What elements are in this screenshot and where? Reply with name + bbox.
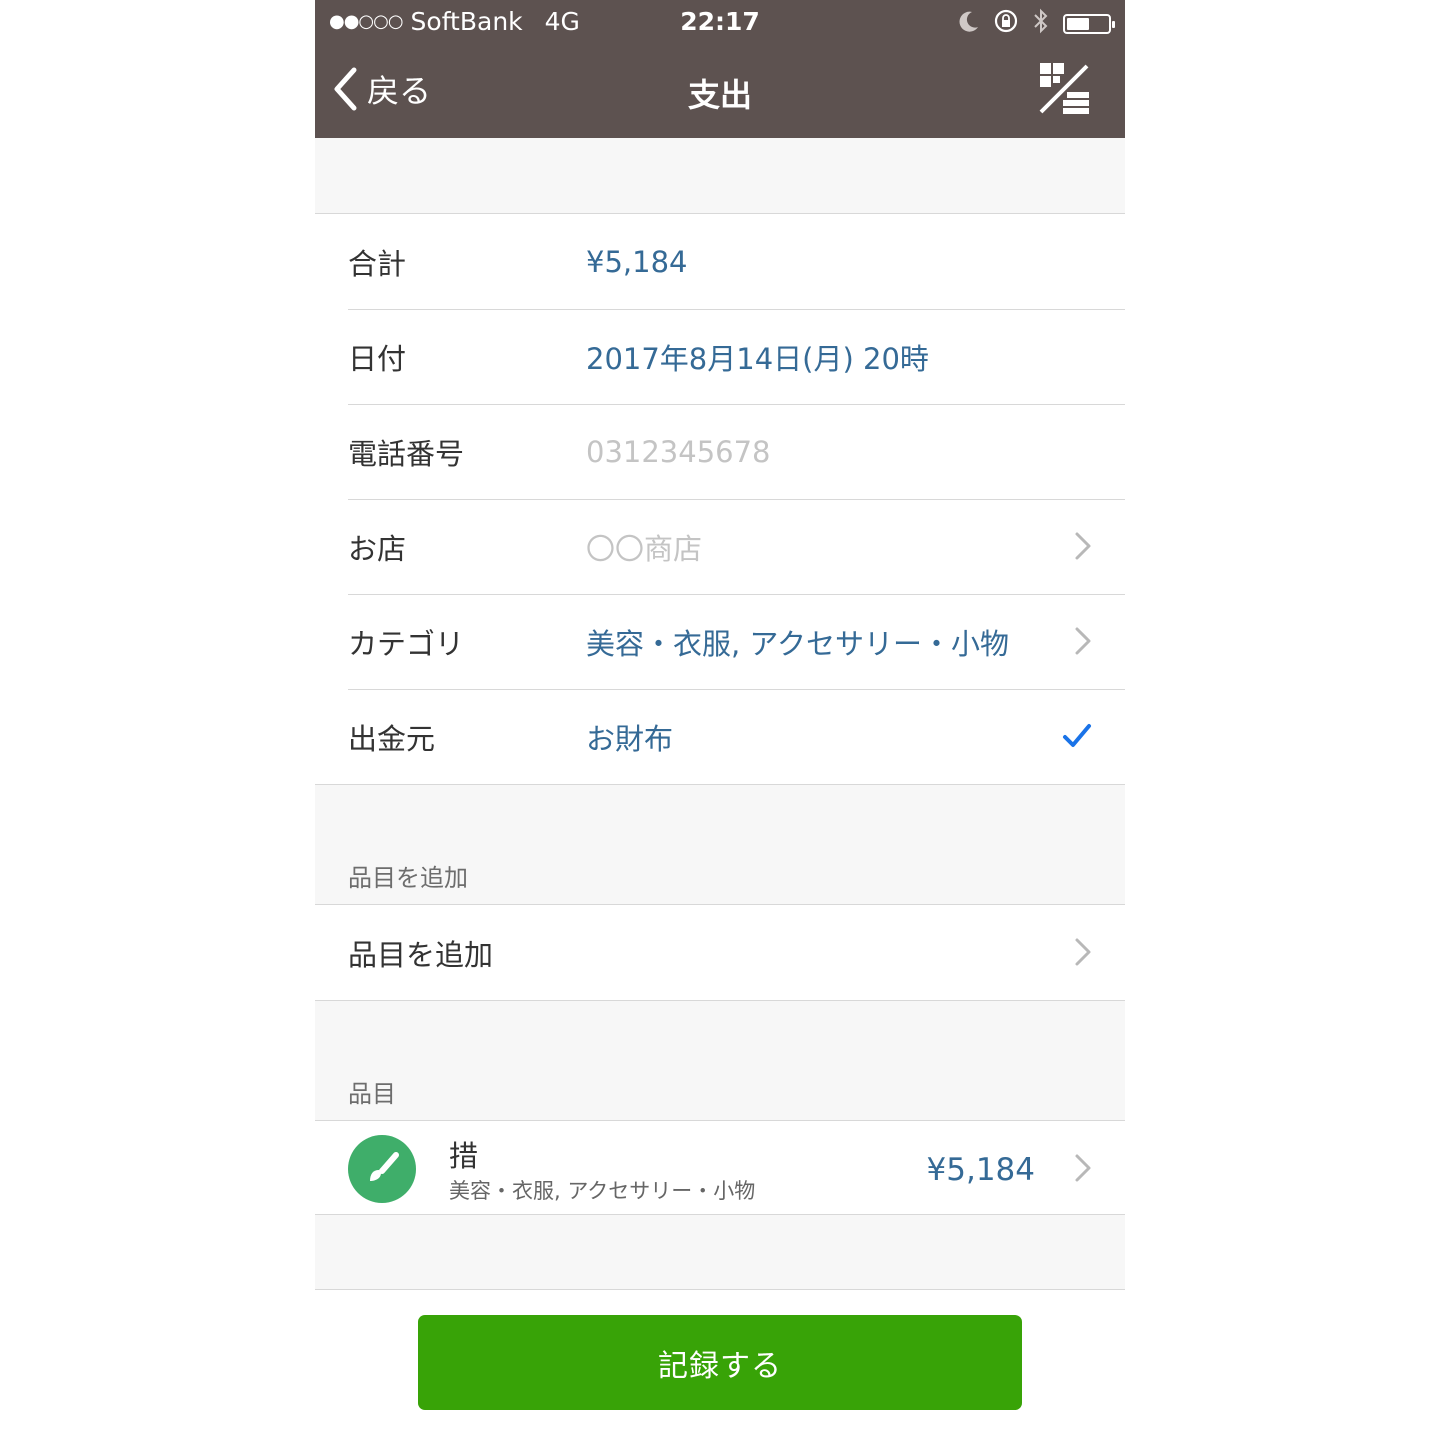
add-item-label: 品目を追加 [348,937,494,972]
chevron-right-icon [1075,938,1091,966]
phone-row[interactable]: 電話番号 0312345678 [315,404,1125,499]
date-label: 日付 [348,341,407,376]
add-item-row[interactable]: 品目を追加 [315,905,1125,1000]
bluetooth-icon [1033,8,1049,40]
source-row[interactable]: 出金元 お財布 [315,689,1125,784]
phone-field[interactable]: 0312345678 [586,435,771,469]
date-value[interactable]: 2017年8月14日(月) 20時 [586,336,929,378]
items-section-header: 品目 [348,1080,396,1108]
split-grid-icon[interactable] [1037,60,1093,116]
category-value: 美容・衣服, アクセサリー・小物 [586,626,1009,661]
total-label: 合計 [348,246,407,281]
items-list: 措 美容・衣服, アクセサリー・小物 ¥5,184 [315,1120,1125,1215]
source-value: お財布 [586,721,674,756]
item-category: 美容・衣服, アクセサリー・小物 [449,1179,756,1203]
status-right [959,8,1115,40]
chevron-right-icon [1075,1154,1091,1182]
total-value[interactable]: ¥5,184 [586,245,687,279]
battery-icon [1063,14,1115,34]
record-button[interactable]: 記録する [418,1315,1022,1410]
item-amount: ¥5,184 [926,1152,1035,1188]
page-title: 支出 [687,76,752,114]
status-bar: ●●○○○ SoftBank 4G 22:17 [315,0,1125,44]
add-item-group: 品目を追加 [315,904,1125,1001]
shop-field: 〇〇商店 [586,531,703,566]
moon-icon [959,10,979,38]
item-name: 措 [449,1139,479,1173]
battery-level [1067,18,1089,30]
total-row[interactable]: 合計 ¥5,184 [315,214,1125,309]
top-bar: ●●○○○ SoftBank 4G 22:17 戻る 支出 [315,0,1125,138]
chevron-right-icon [1075,627,1091,655]
source-label: 出金元 [348,721,436,756]
chevron-right-icon [1075,532,1091,560]
category-row[interactable]: カテゴリ 美容・衣服, アクセサリー・小物 [315,594,1125,689]
expense-screen: ●●○○○ SoftBank 4G 22:17 戻る 支出 合計 ¥5,184 … [315,0,1125,1440]
nav-bar: 戻る 支出 [315,48,1125,138]
phone-label: 電話番号 [348,436,465,471]
footer: 記録する [315,1289,1125,1440]
category-label: カテゴリ [348,626,465,661]
date-row[interactable]: 日付 2017年8月14日(月) 20時 [315,309,1125,404]
shop-label: お店 [348,531,407,566]
item-category-icon [348,1135,416,1203]
add-item-section-header: 品目を追加 [348,864,468,892]
list-item[interactable]: 措 美容・衣服, アクセサリー・小物 ¥5,184 [315,1121,1125,1214]
rotation-lock-icon [993,8,1019,40]
brush-icon [370,1152,399,1181]
shop-row[interactable]: お店 〇〇商店 [315,499,1125,594]
expense-form: 合計 ¥5,184 日付 2017年8月14日(月) 20時 電話番号 0312… [315,213,1125,785]
checkmark-icon [1063,724,1091,747]
